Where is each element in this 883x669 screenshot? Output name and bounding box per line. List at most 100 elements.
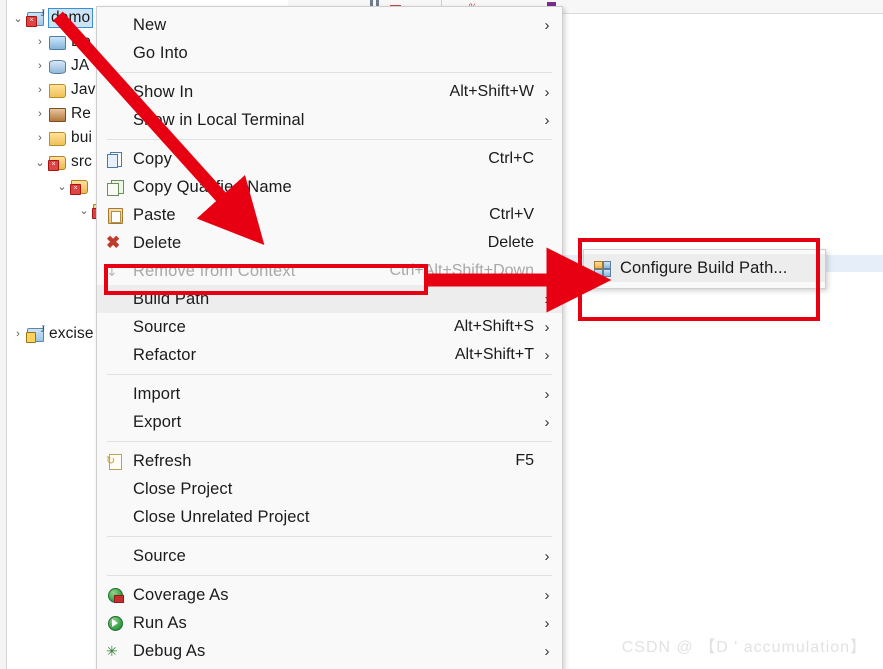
menu-item-label: Source (133, 317, 186, 336)
deployment-descriptor-icon (48, 34, 66, 50)
watermark: CSDN @ 【D ' accumulation】 (621, 639, 867, 656)
explorer-left-rail (0, 0, 7, 669)
menu-item-import[interactable]: Import › (97, 380, 562, 408)
menu-item-close-unrelated-project[interactable]: Close Unrelated Project (97, 503, 562, 531)
menu-item-label: Export (133, 412, 182, 431)
menu-item-shortcut: Ctrl+Alt+Shift+Down (389, 262, 534, 279)
menu-item-label: Build Path (133, 289, 210, 308)
menu-item-icon-slot (97, 179, 133, 196)
chevron-down-icon[interactable]: ⌄ (76, 204, 92, 217)
menu-separator (107, 575, 552, 576)
submenu-chevron-icon: › (544, 547, 550, 565)
menu-item-icon-slot: ↧ (97, 263, 133, 279)
context-menu[interactable]: New › Go Into Show In Alt+Shift+W › Show in Lo… (96, 6, 563, 669)
menu-item-label: Copy (133, 149, 172, 168)
menu-separator (107, 139, 552, 140)
source-folder-icon: × (70, 178, 88, 195)
menu-item-new[interactable]: New › (97, 11, 562, 39)
menu-item-export[interactable]: Export › (97, 408, 562, 436)
chevron-right-icon[interactable]: › (32, 132, 48, 144)
menu-item-close-project[interactable]: Close Project (97, 475, 562, 503)
project-icon: × (26, 8, 45, 27)
tree-item[interactable]: › bui (32, 126, 92, 150)
source-folder-icon: × (48, 154, 66, 171)
paste-icon (106, 207, 124, 224)
submenu-item-configure-build-path[interactable]: Configure Build Path... (584, 254, 825, 282)
menu-item-paste[interactable]: Paste Ctrl+V (97, 201, 562, 229)
run-as-icon (106, 615, 124, 631)
chevron-down-icon[interactable]: ⌄ (10, 12, 26, 25)
menu-item-shortcut: Alt+Shift+T (454, 346, 534, 363)
menu-item-label: Run As (133, 613, 187, 632)
tree-item[interactable]: ⌄× demo (10, 6, 94, 30)
menu-item-shortcut: Ctrl+C (488, 150, 534, 167)
menu-item-delete[interactable]: ✖ Delete Delete (97, 229, 562, 257)
configure-build-path-icon (593, 260, 611, 277)
menu-item-label: Show in Local Terminal (133, 110, 305, 129)
error-badge-icon: × (70, 184, 81, 195)
error-badge-icon: × (26, 16, 37, 27)
tree-item[interactable]: ⌄× (54, 174, 93, 198)
menu-separator (107, 536, 552, 537)
tree-item[interactable]: › Jav (32, 78, 95, 102)
tree-item-label: excise (49, 325, 94, 342)
tree-item[interactable]: › excise (10, 322, 94, 346)
menu-item-debug-as[interactable]: ✳ Debug As › (97, 637, 562, 665)
delete-icon: ✖ (106, 233, 121, 252)
menu-item-label: Remove from Context (133, 261, 296, 280)
tree-item-label: bui (71, 129, 92, 146)
menu-item-copy-qualified-name[interactable]: Copy Qualified Name (97, 173, 562, 201)
submenu-chevron-icon: › (544, 346, 550, 364)
referenced-libraries-icon (48, 106, 66, 122)
locked-project-icon (26, 324, 45, 343)
menu-separator (107, 72, 552, 73)
chevron-down-icon[interactable]: ⌄ (32, 156, 48, 169)
tree-item-label: De (71, 33, 92, 50)
chevron-down-icon[interactable]: ⌄ (54, 180, 70, 193)
lock-badge-icon (26, 332, 36, 343)
menu-item-label: Close Project (133, 479, 233, 498)
eclipse-ide-screenshot: % guage="java" contentType="teding="UTF-… (0, 0, 883, 669)
menu-item-source[interactable]: Source Alt+Shift+S › (97, 313, 562, 341)
chevron-right-icon[interactable]: › (32, 108, 48, 120)
menu-item-icon-slot (584, 260, 620, 277)
menu-separator (107, 441, 552, 442)
menu-item-label: Coverage As (133, 585, 229, 604)
menu-item-label: Import (133, 384, 181, 403)
menu-item-coverage-as[interactable]: Coverage As › (97, 581, 562, 609)
menu-item-build-path[interactable]: Build Path › (97, 285, 562, 313)
menu-item-refactor[interactable]: Refactor Alt+Shift+T › (97, 341, 562, 369)
tree-item[interactable]: › De (32, 30, 91, 54)
tree-item-label: Jav (71, 81, 96, 98)
submenu-chevron-icon: › (544, 586, 550, 604)
tree-item[interactable]: › Re (32, 102, 91, 126)
build-path-submenu[interactable]: Configure Build Path... (583, 249, 826, 289)
chevron-right-icon[interactable]: › (32, 60, 48, 72)
chevron-right-icon[interactable]: › (10, 328, 26, 340)
menu-item-label: Close Unrelated Project (133, 507, 310, 526)
menu-item-show-in[interactable]: Show In Alt+Shift+W › (97, 78, 562, 106)
tree-item-label: Re (71, 105, 92, 122)
copy-qualified-name-icon (106, 179, 124, 196)
folder-icon (48, 130, 66, 146)
menu-item-shortcut: Ctrl+V (489, 206, 534, 223)
menu-item-copy[interactable]: Copy Ctrl+C (97, 145, 562, 173)
jax-ws-icon (48, 58, 66, 74)
submenu-chevron-icon: › (544, 642, 550, 660)
menu-item-icon-slot: ✖ (97, 233, 133, 252)
menu-item-refresh[interactable]: ↻ Refresh F5 (97, 447, 562, 475)
menu-item-icon-slot (97, 587, 133, 603)
menu-item-shortcut: F5 (515, 452, 534, 469)
menu-item-show-in-local-terminal[interactable]: Show in Local Terminal › (97, 106, 562, 134)
menu-item-run-as[interactable]: Run As › (97, 609, 562, 637)
menu-item-source[interactable]: Source › (97, 542, 562, 570)
submenu-chevron-icon: › (544, 614, 550, 632)
chevron-right-icon[interactable]: › (32, 84, 48, 96)
menu-item-go-into[interactable]: Go Into (97, 39, 562, 67)
tree-item[interactable]: ⌄ × src (32, 150, 92, 174)
chevron-right-icon[interactable]: › (32, 36, 48, 48)
menu-item-label: Refactor (133, 345, 197, 364)
menu-item-label: Delete (133, 233, 182, 252)
menu-item-profile-as[interactable]: Profile As› (97, 665, 562, 669)
tree-item[interactable]: › JA (32, 54, 89, 78)
